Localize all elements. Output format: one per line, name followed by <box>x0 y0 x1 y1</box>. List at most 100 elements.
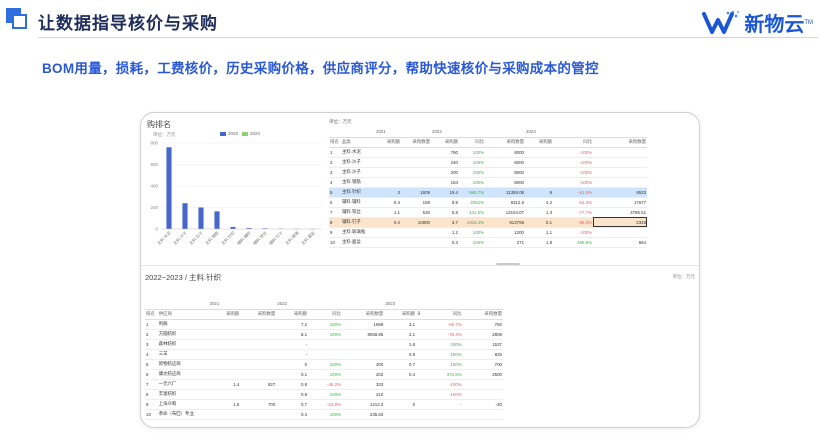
table-cell <box>525 147 553 157</box>
table-cell: 3 <box>330 169 333 175</box>
column-header[interactable]: 采购数量 <box>485 137 526 148</box>
table-row[interactable]: 9 主料.玻璃瓶 1.2 100% 1200 1.1 -100% <box>329 227 648 237</box>
bar-2020[interactable] <box>214 211 220 229</box>
table-row[interactable]: 4 主料.钢筋 164 100% 8000 -100% <box>329 177 648 187</box>
dashboard-screenshot: 购排名 单位：万元 2020 2023 800 600 400 200 0 主料.水泥 主料… <box>140 112 700 428</box>
table-cell <box>209 389 241 399</box>
table-cell: 100% <box>472 179 484 185</box>
table-cell: 9 <box>146 401 149 407</box>
table-cell: 1.4 <box>233 381 240 387</box>
bar-2020[interactable] <box>182 203 188 229</box>
table-cell: 辅料.钉子 <box>341 217 375 227</box>
table-cell <box>209 329 241 339</box>
table-cell: -53.3% <box>578 199 593 205</box>
table-row[interactable]: 10 主料.面盆 0.3 100% 271 1.8 499.8% 564 <box>329 237 648 247</box>
bar-2020[interactable] <box>198 207 204 230</box>
table-row[interactable]: 9 上海众和 1.6 700 0.7 -53.8% 1212.2 0 - -20 <box>145 399 503 409</box>
column-header[interactable]: 采购额 <box>384 309 417 320</box>
table-cell: 210 <box>375 391 384 397</box>
column-header[interactable]: 采购数量 <box>593 137 648 148</box>
table-cell: 530 <box>422 209 430 215</box>
top-table-unit: 单位：万元 <box>329 119 352 124</box>
table-row[interactable]: 1 主料.水泥 760 100% 8000 -100% <box>329 147 648 157</box>
column-header[interactable]: 排名 <box>329 137 341 148</box>
table-row[interactable]: 1 利群 7.2 100% 1669 3.1 -56.7% 750 <box>145 319 503 329</box>
table-cell <box>375 177 401 187</box>
table-row[interactable]: 5 主料.针织 3 1609 19.4 590.7% 11359.08 9 -51.6% 9533 <box>329 187 648 197</box>
table-cell: 100% <box>329 331 341 337</box>
table-cell: 主料.玻璃瓶 <box>342 229 366 234</box>
table-cell: 一元六厂 <box>158 381 177 386</box>
table-cell <box>525 157 553 167</box>
table-cell <box>342 349 384 359</box>
column-header[interactable]: 供应商 <box>157 309 209 320</box>
table-cell <box>209 369 241 379</box>
table-row[interactable]: 6 辅料.辅料 0.4 158 8.9 2062% 9312.6 4.2 -53.3% 17677 <box>329 197 648 207</box>
table-cell: 1537 <box>492 341 502 347</box>
table-cell: 7 <box>146 381 149 387</box>
table-cell: 丰富纺织 <box>158 391 177 396</box>
table-row[interactable]: 3 森林纺织 - 1.8 100% 1537 <box>145 339 503 349</box>
table-cell: -100% <box>579 169 593 175</box>
bar-2020[interactable] <box>230 226 236 229</box>
column-header[interactable]: 采购额 <box>208 309 241 320</box>
table-cell <box>342 339 384 349</box>
column-header[interactable]: 同比 <box>420 309 463 320</box>
table-cell: 10800 <box>401 217 431 227</box>
column-header[interactable]: 品类 <box>341 137 375 148</box>
year-header: 2022 <box>431 127 526 138</box>
table-cell: 100% <box>450 341 462 347</box>
column-header[interactable]: 采购数量 <box>240 309 277 320</box>
table-row[interactable]: 10 革命（布匹）专业 0.4 100% 235.83 <box>145 409 503 419</box>
table-row[interactable]: 7 辅料.铁丝 1.1 530 5.8 441.5% 13104.07 1.3 -77.7% 37… <box>329 207 648 217</box>
table-cell: 3 <box>375 187 401 197</box>
table-row[interactable]: 4 三羊 - 0.9 100% 825 <box>145 349 503 359</box>
table-cell: 8058.85 <box>367 331 384 337</box>
table-cell: -100% <box>579 229 593 235</box>
table-cell: 700 <box>267 401 276 407</box>
table-cell <box>375 147 401 157</box>
table-cell: 100% <box>472 159 484 165</box>
column-header[interactable]: 采购数量 <box>401 137 431 148</box>
table-cell: 10 <box>330 239 335 245</box>
column-header[interactable]: 同比 <box>553 137 594 148</box>
table-row[interactable]: 5 新物纺应商 0 100% 400 0.7 100% 700 <box>145 359 503 369</box>
table-cell: 8.9 <box>451 199 458 205</box>
table-cell: 3785.51 <box>630 209 647 215</box>
table-cell: 1.1 <box>545 229 553 235</box>
table-cell: 康达纺应商 <box>158 371 181 376</box>
column-header[interactable]: 采购额 <box>431 137 459 148</box>
column-header[interactable]: 采购额 <box>375 137 401 148</box>
table-row[interactable]: 3 主料.沙子 200 100% 8000 -100% <box>329 167 648 177</box>
table-cell: 3 <box>146 341 149 347</box>
table-row[interactable]: 6 康达纺应商 0.1 100% 202 0.4 372.5% 2500 <box>145 369 503 379</box>
table-cell: 100% <box>329 391 341 397</box>
table-row[interactable]: 8 辅料.钉子 0.4 10800 3.7 1003.4% 913795 0.1 -96.3% 2… <box>329 217 648 227</box>
column-header[interactable]: 同比 <box>459 137 485 148</box>
column-header[interactable]: 采购额 <box>276 309 309 320</box>
column-header[interactable]: 采购数量 <box>462 309 503 320</box>
x-tick-label: 辅料.钉子 <box>267 229 283 245</box>
table-cell <box>209 409 241 419</box>
column-header[interactable]: 排名 <box>145 309 158 320</box>
table-cell: 100% <box>472 239 484 245</box>
table-row[interactable]: 2 方圆纺织 8.1 100% 8058.85 2.1 -76.3% 2808 <box>145 329 503 339</box>
table-cell: 8 <box>146 391 149 397</box>
table-cell: 1609 <box>401 187 431 197</box>
table-row[interactable]: 8 丰富纺织 0.8 100% 210 -100% <box>145 389 503 399</box>
table-cell: -100% <box>448 381 462 387</box>
x-tick-label: 主料.面盆 <box>299 229 315 245</box>
column-header[interactable]: 同比 <box>308 309 342 320</box>
column-header[interactable]: 采购额 <box>525 137 554 148</box>
table-row[interactable]: 7 一元六厂 1.4 827 0.8 -45.2% 333 -100% <box>145 379 503 389</box>
table-year-row: 2021 2022 2023 <box>145 299 503 310</box>
table-cell: 9 <box>330 229 333 235</box>
table-cell: 441.5% <box>469 209 484 215</box>
table-row[interactable]: 2 主料.沙子 240 100% 8000 -100% <box>329 157 648 167</box>
table-cell: 9 <box>525 187 554 197</box>
column-header[interactable]: 采购数量 <box>341 309 385 320</box>
table-cell: 主料.沙子 <box>342 159 361 164</box>
bar-2020[interactable] <box>166 147 172 229</box>
table-cell <box>593 177 647 187</box>
table-cell <box>308 349 342 359</box>
